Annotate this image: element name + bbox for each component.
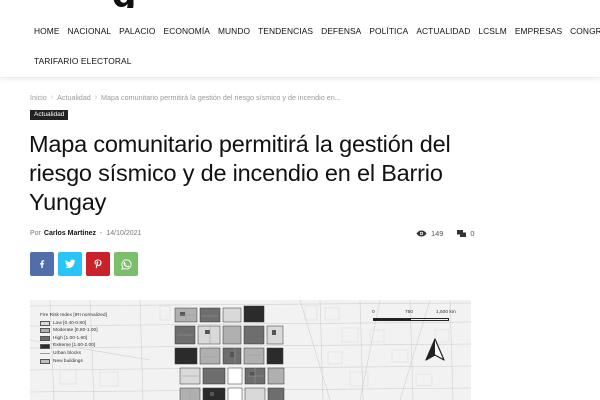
breadcrumb-home[interactable]: Inicio (30, 93, 47, 102)
breadcrumb-separator: › (50, 94, 54, 101)
nav-item-empresas[interactable]: EMPRESAS (511, 26, 566, 36)
legend-line-urban-blocks (40, 353, 50, 355)
legend-swatch-extreme (40, 343, 50, 349)
category-badge[interactable]: Actualidad (30, 110, 69, 120)
article-meta: Por Carlos Martínez - 14/10/2021 (30, 230, 141, 237)
nav-row-primary: HOME NACIONAL PALACIO ECONOMÍA MUNDO TENDENCI… (30, 26, 600, 36)
map-legend: Fire Risk Index [IRI normalized] Low [0.… (40, 312, 152, 365)
whatsapp-icon (120, 258, 132, 270)
breadcrumb-category[interactable]: Actualidad (57, 93, 91, 102)
twitter-icon (64, 259, 75, 269)
article-featured-map: Fire Risk Index [IRI normalized] Low [0.… (30, 300, 471, 400)
comment-icon (457, 230, 467, 237)
breadcrumb: Inicio › Actualidad › Mapa comunitario p… (30, 93, 341, 102)
legend-item-low: Low [0.40-0.80] (40, 320, 152, 328)
share-facebook-button[interactable] (30, 252, 54, 276)
north-arrow-icon (425, 338, 445, 361)
share-twitter-button[interactable] (58, 252, 82, 276)
nav-item-palacio[interactable]: PALACIO (115, 26, 159, 36)
publish-date: 14/10/2021 (106, 230, 142, 237)
eye-icon (416, 230, 427, 237)
legend-item-urban-blocks: Urban blocks (40, 350, 152, 358)
breadcrumb-separator: › (94, 94, 98, 101)
scale-label-start: 0 (372, 310, 375, 315)
scale-label-end: 1,500 km (436, 310, 456, 315)
scale-label-mid: 750 (405, 310, 414, 315)
meta-separator: - (100, 230, 103, 237)
article-stats: 149 0 (416, 229, 488, 238)
author-link[interactable]: Carlos Martínez (44, 230, 96, 237)
legend-item-extreme: Extreme [1.60-2.00] (40, 342, 152, 350)
views-value: 149 (431, 229, 444, 238)
article-title: Mapa comunitario permitirá la gestión de… (29, 131, 451, 215)
comments-count[interactable]: 0 (457, 229, 474, 238)
legend-swatch-high (40, 336, 50, 342)
facebook-icon (40, 260, 45, 268)
legend-swatch-moderate (40, 328, 50, 334)
legend-item-moderate: Moderate [0.80-1.00] (40, 327, 152, 335)
share-bar (30, 252, 138, 276)
nav-item-congreso[interactable]: CONGRESO (566, 26, 600, 36)
nav-item-tarifario-electoral[interactable]: TARIFARIO ELECTORAL (30, 56, 135, 66)
nav-item-política[interactable]: POLÍTICA (365, 26, 412, 36)
legend-title: Fire Risk Index [IRI normalized] (40, 313, 107, 318)
map-scale-bar: 0 750 1,500 km (370, 310, 460, 321)
nav-item-economía[interactable]: ECONOMÍA (160, 26, 214, 36)
share-pinterest-button[interactable] (86, 252, 110, 276)
nav-row-secondary: TARIFARIO ELECTORAL (30, 56, 135, 66)
nav-item-lcslm[interactable]: LCSLM (474, 26, 510, 36)
by-label: Por (30, 230, 41, 237)
logo-text: g (112, 0, 136, 8)
legend-item-high: High [1.00-1.60] (40, 335, 152, 343)
nav-item-tendencias[interactable]: TENDENCIAS (254, 26, 317, 36)
pinterest-icon (94, 259, 102, 269)
legend-swatch-low (40, 320, 50, 326)
legend-item-new-buildings: New buildings (40, 358, 152, 366)
nav-item-defensa[interactable]: DEFENSA (317, 26, 365, 36)
main-navigation: HOME NACIONAL PALACIO ECONOMÍA MUNDO TENDENCI… (0, 14, 600, 78)
legend-swatch-new-buildings (40, 358, 50, 364)
nav-item-mundo[interactable]: MUNDO (214, 26, 254, 36)
share-whatsapp-button[interactable] (114, 252, 138, 276)
nav-item-nacional[interactable]: NACIONAL (64, 26, 116, 36)
site-logo[interactable]: g (0, 0, 600, 8)
comments-value: 0 (470, 229, 475, 238)
nav-item-home[interactable]: HOME (30, 26, 64, 36)
nav-item-actualidad[interactable]: ACTUALIDAD (412, 26, 474, 36)
scale-bar-graphic (373, 318, 449, 321)
breadcrumb-current: Mapa comunitario permitirá la gestión de… (101, 93, 341, 102)
views-count: 149 (416, 229, 443, 238)
